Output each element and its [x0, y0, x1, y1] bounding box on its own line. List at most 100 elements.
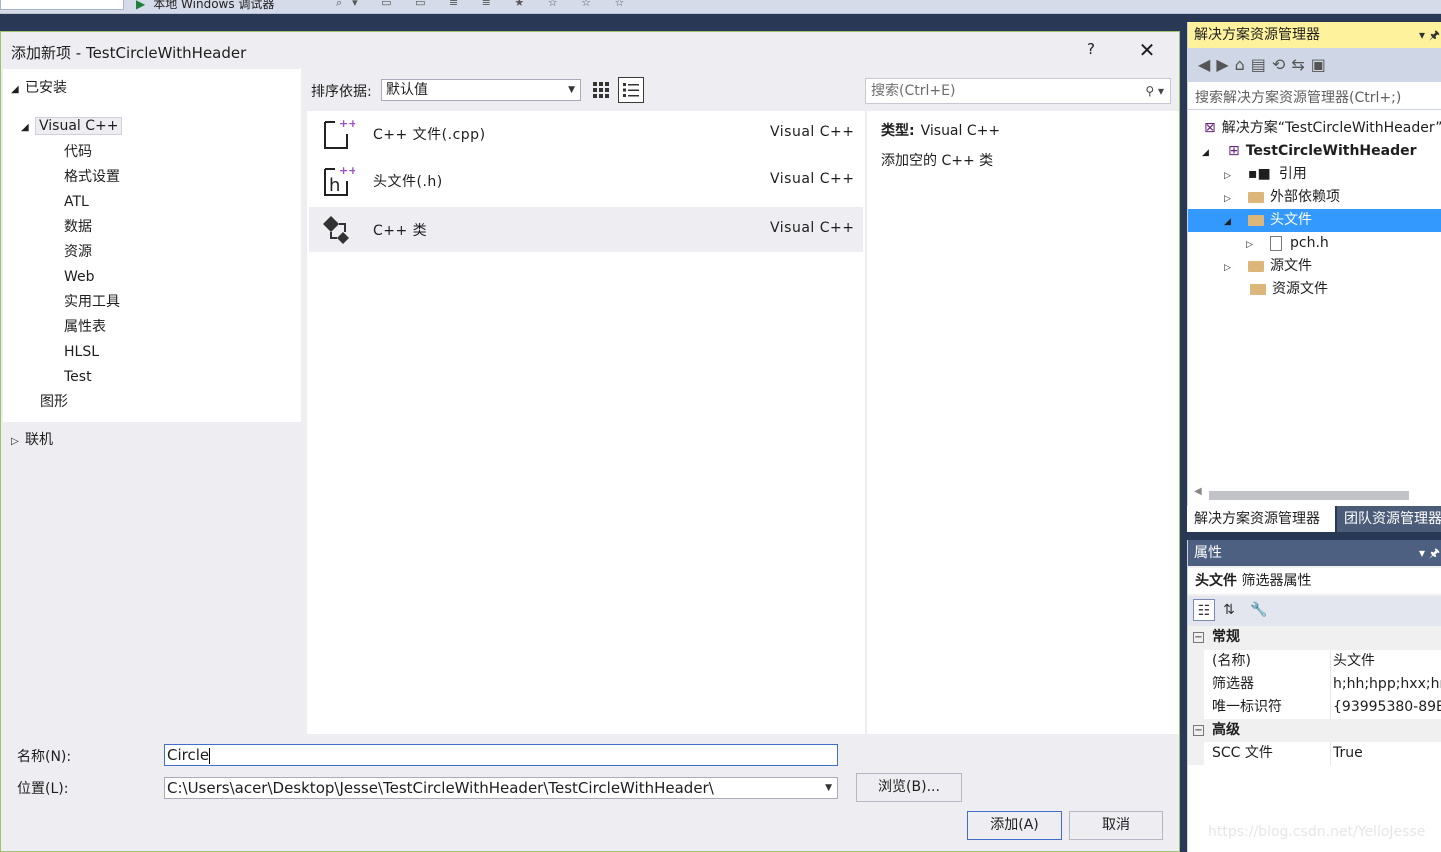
scroll-left-icon[interactable]: ◀ — [1194, 486, 1202, 497]
close-icon[interactable]: ✕ — [1135, 38, 1159, 62]
pin-icon[interactable]: ▾ 🖈 — [1419, 22, 1440, 48]
tree-item-utility[interactable]: 实用工具 — [64, 291, 120, 313]
tree-item-hlsl[interactable]: HLSL — [64, 341, 99, 363]
expand-icon[interactable]: ▷ — [1246, 234, 1258, 257]
collapse-icon[interactable]: ◢ — [1224, 211, 1236, 234]
back-icon[interactable]: ◀ — [1198, 55, 1216, 74]
tree-item-visual-cpp[interactable]: ◢ Visual C++ — [21, 115, 123, 139]
alphabetical-icon[interactable]: ⇅ — [1218, 599, 1240, 621]
main-toolbar: ▶ 本地 Windows 调试器 ⌕▾ ▭ ▭ ≡ ≡ ★ ☆ ☆ ☆ — [0, 0, 1441, 14]
chevron-down-icon: ▼ — [568, 85, 575, 95]
cancel-button[interactable]: 取消 — [1069, 811, 1163, 840]
home-icon[interactable]: ⌂ — [1235, 55, 1251, 74]
collapse-icon[interactable]: ◢ — [21, 117, 35, 139]
folder-icon — [1248, 260, 1264, 272]
expand-icon[interactable]: ▷ — [1224, 165, 1236, 188]
forward-icon[interactable]: ▶ — [1216, 55, 1234, 74]
template-item-cpp-class[interactable]: C++ 类 Visual C++ — [309, 207, 863, 252]
property-row[interactable]: 筛选器 h;hh;hpp;hxx;hm;inl;inc;ipp;xsd — [1204, 673, 1441, 696]
chevron-down-icon: ▼ — [825, 783, 832, 793]
tree-item-web[interactable]: Web — [64, 266, 95, 288]
tab-team-explorer[interactable]: 团队资源管理器 — [1337, 506, 1441, 532]
tree-item-resource-files[interactable]: 资源文件 — [1188, 278, 1441, 301]
watermark: https://blog.csdn.net/YelloJesse — [1208, 824, 1426, 840]
template-description: 添加空的 C++ 类 — [881, 153, 994, 169]
location-input[interactable]: C:\Users\acer\Desktop\Jesse\TestCircleWi… — [164, 777, 838, 799]
expand-icon[interactable]: ▷ — [11, 431, 25, 453]
folder-icon — [1250, 283, 1266, 295]
cpp-file-icon: ++ — [324, 117, 355, 149]
tab-solution-explorer[interactable]: 解决方案资源管理器 — [1187, 506, 1335, 532]
category-advanced[interactable]: − 高级 — [1188, 719, 1441, 742]
tree-item-pch-h[interactable]: ▷ pch.h — [1188, 232, 1441, 255]
tree-item-external-deps[interactable]: ▷ 外部依赖项 — [1188, 186, 1441, 209]
text-caret — [209, 747, 211, 764]
play-icon: ▶ — [136, 0, 146, 11]
tree-item-graphics[interactable]: 图形 — [40, 391, 68, 413]
wrench-icon[interactable]: 🔧 — [1248, 599, 1270, 621]
browse-button[interactable]: 浏览(B)... — [856, 773, 962, 802]
collapse-icon[interactable]: − — [1193, 632, 1204, 643]
tree-item-resource[interactable]: 资源 — [64, 241, 92, 263]
dialog-title: 添加新项 - TestCircleWithHeader — [11, 44, 247, 62]
solution-search-input[interactable]: 搜索解决方案资源管理器(Ctrl+;) — [1188, 86, 1441, 110]
expand-icon[interactable]: ▷ — [1224, 188, 1236, 211]
add-button[interactable]: 添加(A) — [967, 811, 1062, 840]
tree-item-source-files[interactable]: ▷ 源文件 — [1188, 255, 1441, 278]
tree-item-header-files[interactable]: ◢ 头文件 — [1188, 209, 1441, 232]
pin-icon[interactable]: ▾ 🖈 — [1419, 540, 1440, 566]
svg-text:++: ++ — [339, 164, 355, 177]
property-row[interactable]: (名称) 头文件 — [1204, 650, 1441, 673]
tree-item-project[interactable]: ◢ ⊞ TestCircleWithHeader — [1188, 140, 1441, 163]
tree-item-formatting[interactable]: 格式设置 — [64, 166, 120, 188]
config-combo[interactable] — [0, 0, 124, 10]
category-tree: ◢ 已安装 ◢ Visual C++ 代码 格式设置 ATL 数据 资源 Web 实… — [3, 69, 301, 422]
sort-select[interactable]: 默认值 ▼ — [381, 79, 581, 101]
tree-item-data[interactable]: 数据 — [64, 216, 92, 238]
category-general[interactable]: − 常规 — [1188, 626, 1441, 649]
folder-icon — [1248, 191, 1264, 203]
collapse-icon[interactable]: ◢ — [11, 79, 25, 101]
properties-object[interactable]: 头文件 筛选器属性 — [1188, 568, 1441, 594]
template-item-cpp-file[interactable]: ++ C++ 文件(.cpp) Visual C++ — [309, 111, 863, 156]
collapse-icon[interactable]: − — [1193, 725, 1204, 736]
collapse-all-icon[interactable]: ▣ — [1311, 55, 1332, 74]
header-file-icon: h ++ — [324, 164, 355, 196]
tree-item-solution[interactable]: ⊠ 解决方案“TestCircleWithHeader” — [1188, 117, 1441, 140]
switch-views-icon[interactable]: ▤ — [1251, 55, 1272, 74]
references-icon: ▪■ — [1248, 166, 1271, 182]
template-item-header-file[interactable]: h ++ 头文件(.h) Visual C++ — [309, 158, 863, 203]
tree-item-online[interactable]: ▷ 联机 — [11, 429, 53, 451]
svg-text:++: ++ — [339, 117, 355, 130]
history-icon[interactable]: ⟲ — [1272, 55, 1291, 74]
cpp-class-icon — [323, 216, 349, 244]
name-label: 名称(N): — [17, 749, 72, 765]
tree-item-property-sheets[interactable]: 属性表 — [64, 316, 106, 338]
help-button[interactable]: ? — [1081, 40, 1101, 62]
solution-explorer-title: 解决方案资源管理器 ▾ 🖈 — [1188, 22, 1441, 48]
properties-title: 属性 ▾ 🖈 — [1188, 540, 1441, 566]
properties-panel: 属性 ▾ 🖈 头文件 筛选器属性 ☷ ⇅ 🔧 − 常规 (名称) 头文件 筛选器 … — [1187, 540, 1441, 852]
properties-toolbar: ☷ ⇅ 🔧 — [1188, 596, 1441, 626]
sync-icon[interactable]: ⇆ — [1291, 55, 1310, 74]
solution-explorer: 解决方案资源管理器 ▾ 🖈 ◀▶⌂▤⟲⇆▣ 搜索解决方案资源管理器(Ctrl+;… — [1187, 22, 1441, 532]
categorized-icon[interactable]: ☷ — [1193, 599, 1215, 621]
property-row[interactable]: SCC 文件 True — [1204, 742, 1441, 765]
scrollbar-thumb[interactable] — [1209, 491, 1409, 500]
tree-item-references[interactable]: ▷ ▪■ 引用 — [1188, 163, 1441, 186]
horizontal-scrollbar[interactable]: ◀ — [1194, 486, 1434, 501]
grid-view-icon[interactable] — [589, 78, 613, 102]
project-icon: ⊞ — [1228, 143, 1240, 159]
expand-icon[interactable]: ▷ — [1224, 257, 1236, 280]
collapse-icon[interactable]: ◢ — [1202, 142, 1214, 165]
tree-item-atl[interactable]: ATL — [64, 191, 89, 213]
tree-item-installed[interactable]: ◢ 已安装 — [11, 77, 67, 99]
tree-item-code[interactable]: 代码 — [64, 141, 92, 163]
property-row[interactable]: 唯一标识符 {93995380-89BD-4b04-88EB-625FBE52E… — [1204, 696, 1441, 719]
list-view-icon[interactable] — [618, 77, 644, 103]
tree-item-test[interactable]: Test — [64, 366, 92, 388]
name-input[interactable]: Circle — [164, 744, 838, 766]
template-search-input[interactable]: 搜索(Ctrl+E) ⚲ ▾ — [865, 78, 1171, 104]
run-debugger-button[interactable]: ▶ 本地 Windows 调试器 — [136, 0, 274, 11]
location-label: 位置(L): — [17, 781, 69, 797]
